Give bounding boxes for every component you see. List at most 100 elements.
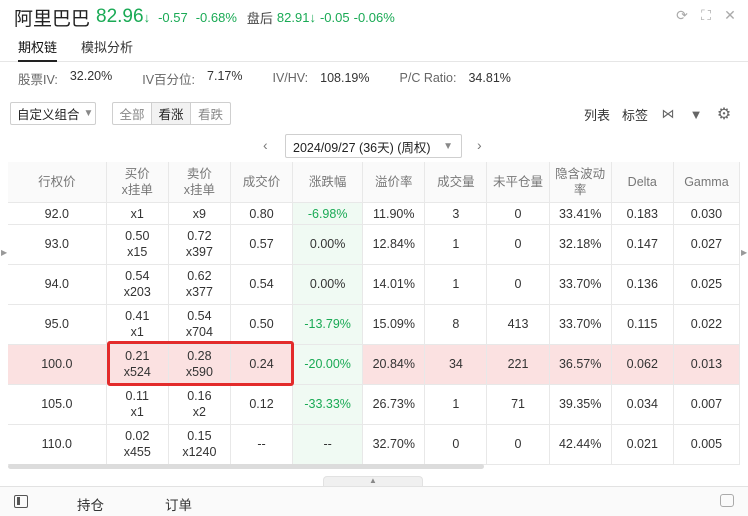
delta-cell: 0.183	[611, 202, 674, 225]
table-row[interactable]: 100.0 0.21 x524 0.28 x590 0.24 -20.00% 20.84% 34…	[8, 344, 740, 385]
ask-size: x590	[185, 365, 213, 379]
col-ask[interactable]: 卖价 x挂单	[168, 162, 231, 203]
table-row[interactable]: 110.0 0.02 x455 0.15 x1240 -- -- 32.70% 0 0 42.44%…	[8, 424, 740, 465]
columns-icon[interactable]: ⋈	[660, 106, 676, 122]
bid-cell: 0.50 x15	[106, 224, 169, 265]
strike-cell: 95.0	[8, 304, 107, 345]
tag-view-button[interactable]: 标签	[622, 105, 648, 124]
col-last[interactable]: 成交价	[230, 162, 294, 203]
filter-calls[interactable]: 看涨	[152, 103, 191, 124]
iv-cell: 36.57%	[549, 344, 612, 385]
table-row[interactable]: 92.0 x1 x9 0.80 -6.98% 11.90% 3 0 33.41% 0.183 0.0…	[8, 202, 740, 225]
iv-cell: 33.41%	[549, 202, 612, 225]
bid-price: 0.54	[125, 269, 150, 283]
ask-price: 0.62	[187, 269, 212, 283]
ask-price: 0.72	[187, 229, 212, 243]
custom-combo-dropdown[interactable]: 自定义组合 ▼	[10, 102, 96, 125]
oi-cell: 71	[486, 384, 550, 425]
table-row[interactable]: 95.0 0.41 x1 0.54 x704 0.50 -13.79% 15.09% 8 413 3…	[8, 304, 740, 345]
ask-cell: 0.28 x590	[168, 344, 231, 385]
gamma-cell: 0.030	[673, 202, 740, 225]
list-view-button[interactable]: 列表	[584, 105, 610, 124]
ask-cell: 0.54 x704	[168, 304, 231, 345]
premium-cell: 26.73%	[362, 384, 426, 425]
stat-iv-percentile: IV百分位: 7.17%	[142, 68, 243, 87]
strike-cell: 105.0	[8, 384, 107, 425]
ask-size: x2	[192, 405, 206, 419]
change-cell: -33.33%	[292, 384, 364, 425]
col-volume[interactable]: 成交量	[424, 162, 488, 203]
strike-cell: 100.0	[8, 344, 107, 385]
iv-cell: 42.44%	[549, 424, 612, 465]
filter-all[interactable]: 全部	[113, 103, 152, 124]
filter-icon[interactable]: ▼	[688, 107, 704, 122]
table-row[interactable]: 105.0 0.11 x1 0.16 x2 0.12 -33.33% 26.73% 1 71 39.…	[8, 384, 740, 425]
tab-option-chain[interactable]: 期权链	[18, 34, 58, 62]
ask-cell: 0.62 x377	[168, 264, 231, 305]
col-premium[interactable]: 溢价率	[362, 162, 426, 203]
col-delta[interactable]: Delta	[611, 162, 674, 203]
stat-iv-hv: IV/HV: 108.19%	[272, 71, 370, 85]
col-gamma[interactable]: Gamma	[673, 162, 740, 203]
iv-cell: 33.70%	[549, 264, 612, 305]
last-cell: 0.24	[230, 344, 294, 385]
bid-cell: 0.41 x1	[106, 304, 169, 345]
last-cell: 0.54	[230, 264, 294, 305]
bid-size: x15	[127, 245, 148, 259]
scroll-left-icon[interactable]: ▶	[1, 248, 7, 257]
premium-cell: 11.90%	[362, 202, 426, 225]
col-open-interest[interactable]: 未平仓量	[486, 162, 550, 203]
chevron-down-icon: ▼	[443, 140, 453, 152]
premium-cell: 15.09%	[362, 304, 426, 345]
ask-cell: 0.15 x1240	[168, 424, 231, 465]
oi-cell: 0	[486, 224, 550, 265]
col-implied-vol[interactable]: 隐含波动率	[549, 162, 612, 203]
gamma-cell: 0.013	[673, 344, 740, 385]
ask-size: x397	[185, 245, 213, 259]
price-change: -0.57	[158, 9, 188, 25]
positions-tab[interactable]: 持仓	[77, 494, 104, 514]
afterhours-price: 82.91↓	[276, 9, 316, 25]
volume-cell: 1	[424, 224, 488, 265]
stock-price: 82.96↓	[96, 6, 151, 27]
tab-simulation[interactable]: 模拟分析	[81, 34, 133, 62]
bid-size: x455	[123, 445, 151, 459]
next-expiry-icon[interactable]: ›	[477, 137, 482, 153]
change-cell: 0.00%	[292, 264, 364, 305]
title-bar: 阿里巴巴 82.96↓ -0.57 -0.68% 盘后 82.91↓ -0.05…	[0, 0, 748, 34]
expand-icon[interactable]: ⛶	[698, 6, 714, 24]
horizontal-scrollbar[interactable]	[8, 464, 484, 469]
last-cell: 0.12	[230, 384, 294, 425]
premium-cell: 32.70%	[362, 424, 426, 465]
ask-size: x377	[185, 285, 213, 299]
expiry-dropdown[interactable]: 2024/09/27 (36天) (周权) ▼	[285, 134, 462, 158]
col-change[interactable]: 涨跌幅	[292, 162, 364, 203]
oi-cell: 0	[486, 424, 550, 465]
table-row[interactable]: 93.0 0.50 x15 0.72 x397 0.57 0.00% 12.84% 1 0 32.1…	[8, 224, 740, 265]
table-row[interactable]: 94.0 0.54 x203 0.62 x377 0.54 0.00% 14.01% 1 0 33.…	[8, 264, 740, 305]
collapse-panel-handle[interactable]: ▲	[323, 476, 423, 486]
expiry-bar: ‹ 2024/09/27 (36天) (周权) ▼ ›	[0, 134, 748, 158]
panel-toggle-icon[interactable]	[14, 495, 28, 508]
col-strike[interactable]: 行权价	[8, 162, 107, 203]
afterhours-change-pct: -0.06%	[353, 9, 395, 25]
col-bid[interactable]: 买价 x挂单	[106, 162, 169, 203]
strike-cell: 92.0	[8, 202, 107, 225]
filter-puts[interactable]: 看跌	[191, 103, 230, 124]
ask-price: 0.28	[187, 349, 212, 363]
gear-icon[interactable]: ⚙	[716, 104, 732, 124]
bid-price: 0.50	[125, 229, 150, 243]
iv-stats: 股票IV: 32.20% IV百分位: 7.17% IV/HV: 108.19% P/…	[0, 66, 748, 90]
chat-icon[interactable]	[720, 494, 734, 507]
bottom-bar: 持仓 订单	[0, 486, 748, 516]
close-icon[interactable]: ✕	[722, 6, 738, 24]
orders-tab[interactable]: 订单	[165, 494, 192, 514]
bid-size: x524	[123, 365, 151, 379]
ask-price: 0.54	[187, 309, 212, 323]
prev-expiry-icon[interactable]: ‹	[263, 137, 268, 153]
bid-price: 0.11	[125, 389, 149, 403]
gamma-cell: 0.007	[673, 384, 740, 425]
refresh-icon[interactable]: ⟳	[674, 6, 690, 24]
last-cell: --	[230, 424, 294, 465]
scroll-right-icon[interactable]: ▶	[741, 248, 747, 257]
